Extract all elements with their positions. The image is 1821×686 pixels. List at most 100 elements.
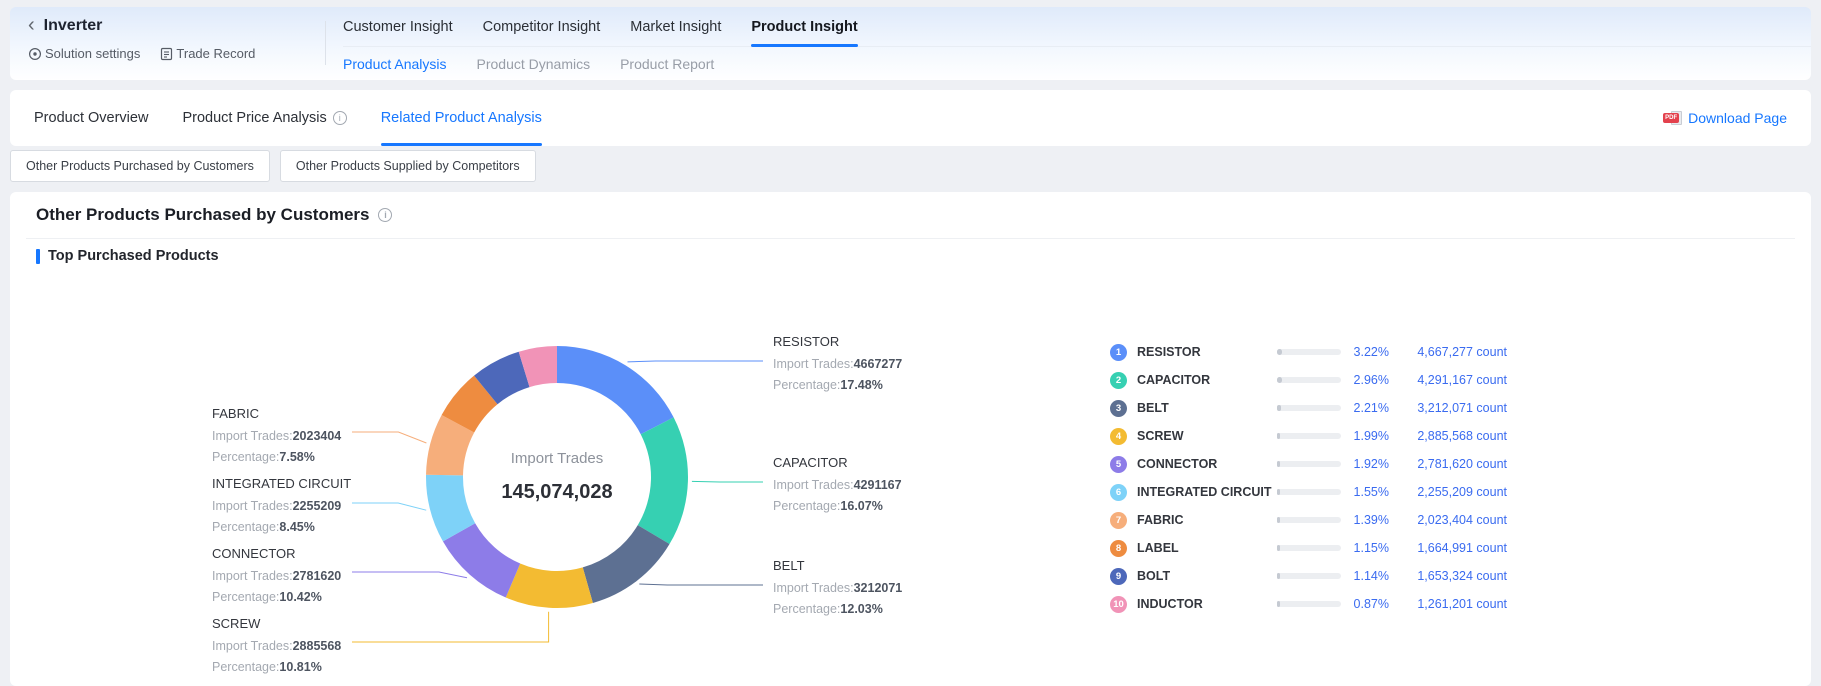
legend-progress-fill: [1277, 405, 1281, 411]
callout-line-belt: [639, 584, 763, 585]
page-title: Inverter: [44, 17, 103, 35]
filter-supplied-by-competitors-button[interactable]: Other Products Supplied by Competitors: [280, 150, 536, 182]
nav-product-price-analysis[interactable]: Product Price Analysis i: [182, 90, 346, 146]
legend-progress-fill: [1277, 349, 1282, 355]
subtab-product-report[interactable]: Product Report: [620, 56, 714, 72]
info-icon[interactable]: i: [333, 111, 347, 125]
legend-progress-bar: [1277, 601, 1341, 607]
nav-product-overview[interactable]: Product Overview: [34, 90, 148, 146]
callout-product-name: INTEGRATED CIRCUIT: [212, 476, 472, 491]
callout-percentage: Percentage:17.48%: [773, 375, 1033, 396]
back-icon[interactable]: ‹: [28, 15, 35, 35]
callout-percentage: Percentage:16.07%: [773, 496, 1033, 517]
sub-tabs-row: Product Analysis Product Dynamics Produc…: [343, 47, 1811, 81]
header-tabs: Customer Insight Competitor Insight Mark…: [343, 7, 1811, 80]
callout-import-trades: Import Trades:3212071: [773, 578, 1033, 599]
legend-share-percentage: 2.96%: [1341, 373, 1389, 387]
trade-record-button[interactable]: Trade Record: [160, 46, 255, 61]
legend-row-connector[interactable]: 5CONNECTOR1.92%2,781,620 count: [1110, 450, 1510, 478]
trade-record-label: Trade Record: [176, 46, 255, 61]
callout-screw: SCREWImport Trades:2885568Percentage:10.…: [212, 616, 472, 678]
back-title-row: ‹ Inverter: [28, 16, 255, 36]
callout-product-name: CAPACITOR: [773, 455, 1033, 470]
legend-count: 2,885,568 count: [1389, 429, 1507, 443]
legend-row-inductor[interactable]: 10INDUCTOR0.87%1,261,201 count: [1110, 590, 1510, 618]
legend-count: 2,781,620 count: [1389, 457, 1507, 471]
tab-market-insight[interactable]: Market Insight: [630, 7, 721, 46]
clipboard-icon: [160, 47, 173, 61]
donut-center-label: Import Trades: [457, 450, 657, 467]
legend-row-belt[interactable]: 3BELT2.21%3,212,071 count: [1110, 394, 1510, 422]
target-icon: [28, 47, 42, 61]
main-tabs-row: Customer Insight Competitor Insight Mark…: [343, 7, 1811, 47]
nav-product-price-analysis-label: Product Price Analysis: [182, 110, 326, 126]
callout-percentage: Percentage:8.45%: [212, 517, 472, 538]
legend-count: 4,291,167 count: [1389, 373, 1507, 387]
legend-product-name: INDUCTOR: [1137, 597, 1277, 611]
legend-progress-bar: [1277, 405, 1341, 411]
nav-related-product-analysis[interactable]: Related Product Analysis: [381, 90, 542, 146]
callout-product-name: RESISTOR: [773, 334, 1033, 349]
donut-segment-belt[interactable]: [583, 525, 670, 603]
legend-product-name: RESISTOR: [1137, 345, 1277, 359]
donut-segment-resistor[interactable]: [557, 346, 674, 434]
legend-rank-badge: 10: [1110, 596, 1127, 613]
tab-competitor-insight[interactable]: Competitor Insight: [483, 7, 601, 46]
nav-card: Product Overview Product Price Analysis …: [10, 90, 1811, 146]
legend-row-bolt[interactable]: 9BOLT1.14%1,653,324 count: [1110, 562, 1510, 590]
callout-line-resistor: [628, 361, 764, 362]
legend-count: 4,667,277 count: [1389, 345, 1507, 359]
filter-purchased-by-customers-button[interactable]: Other Products Purchased by Customers: [10, 150, 270, 182]
header-left: ‹ Inverter Solution settings Trade Recor…: [28, 16, 255, 61]
nav-items: Product Overview Product Price Analysis …: [34, 90, 542, 146]
tab-customer-insight[interactable]: Customer Insight: [343, 7, 453, 46]
legend-progress-bar: [1277, 461, 1341, 467]
legend-count: 1,261,201 count: [1389, 597, 1507, 611]
download-page-link[interactable]: PDF Download Page: [1663, 90, 1787, 146]
legend-product-name: SCREW: [1137, 429, 1277, 443]
legend-rank-badge: 3: [1110, 400, 1127, 417]
legend-progress-fill: [1277, 433, 1280, 439]
legend-rank-badge: 5: [1110, 456, 1127, 473]
legend-product-name: BOLT: [1137, 569, 1277, 583]
nav-product-overview-label: Product Overview: [34, 110, 148, 126]
legend-share-percentage: 2.21%: [1341, 401, 1389, 415]
legend-product-name: CAPACITOR: [1137, 373, 1277, 387]
legend-row-label[interactable]: 8LABEL1.15%1,664,991 count: [1110, 534, 1510, 562]
callout-resistor: RESISTORImport Trades:4667277Percentage:…: [773, 334, 1033, 396]
nav-related-product-analysis-label: Related Product Analysis: [381, 110, 542, 126]
legend-share-percentage: 1.15%: [1341, 541, 1389, 555]
legend-share-percentage: 1.55%: [1341, 485, 1389, 499]
callout-import-trades: Import Trades:4291167: [773, 475, 1033, 496]
legend-share-percentage: 3.22%: [1341, 345, 1389, 359]
donut-center: Import Trades 145,074,028: [457, 450, 657, 504]
legend-rank-badge: 2: [1110, 372, 1127, 389]
page: ‹ Inverter Solution settings Trade Recor…: [0, 0, 1821, 686]
legend-share-percentage: 1.14%: [1341, 569, 1389, 583]
legend-product-name: BELT: [1137, 401, 1277, 415]
callout-percentage: Percentage:10.81%: [212, 657, 472, 678]
legend-progress-bar: [1277, 517, 1341, 523]
legend-row-capacitor[interactable]: 2 CAPACITOR 2.96%4,291,167 count: [1110, 366, 1510, 394]
legend-product-name: INTEGRATED CIRCUIT: [1137, 485, 1277, 499]
legend-share-percentage: 1.39%: [1341, 513, 1389, 527]
legend-progress-fill: [1277, 517, 1280, 523]
legend-row-screw[interactable]: 4SCREW1.99%2,885,568 count: [1110, 422, 1510, 450]
tab-product-insight[interactable]: Product Insight: [751, 7, 857, 46]
solution-settings-label: Solution settings: [45, 46, 140, 61]
legend-progress-fill: [1277, 601, 1280, 607]
solution-settings-button[interactable]: Solution settings: [28, 46, 140, 61]
subtab-product-dynamics[interactable]: Product Dynamics: [477, 56, 591, 72]
legend-row-integrated-circuit[interactable]: 6INTEGRATED CIRCUIT1.55%2,255,209 count: [1110, 478, 1510, 506]
legend-product-name: CONNECTOR: [1137, 457, 1277, 471]
legend-row-resistor[interactable]: 1RESISTOR3.22%4,667,277 count: [1110, 338, 1510, 366]
legend-progress-bar: [1277, 489, 1341, 495]
filter-row: Other Products Purchased by Customers Ot…: [10, 150, 536, 182]
legend-rank-badge: 6: [1110, 484, 1127, 501]
legend-progress-bar: [1277, 545, 1341, 551]
donut-segment-screw[interactable]: [506, 564, 593, 608]
subtab-product-analysis[interactable]: Product Analysis: [343, 56, 447, 72]
callout-import-trades: Import Trades:2781620: [212, 566, 472, 587]
legend-row-fabric[interactable]: 7FABRIC1.39%2,023,404 count: [1110, 506, 1510, 534]
pdf-icon: PDF: [1663, 110, 1682, 126]
